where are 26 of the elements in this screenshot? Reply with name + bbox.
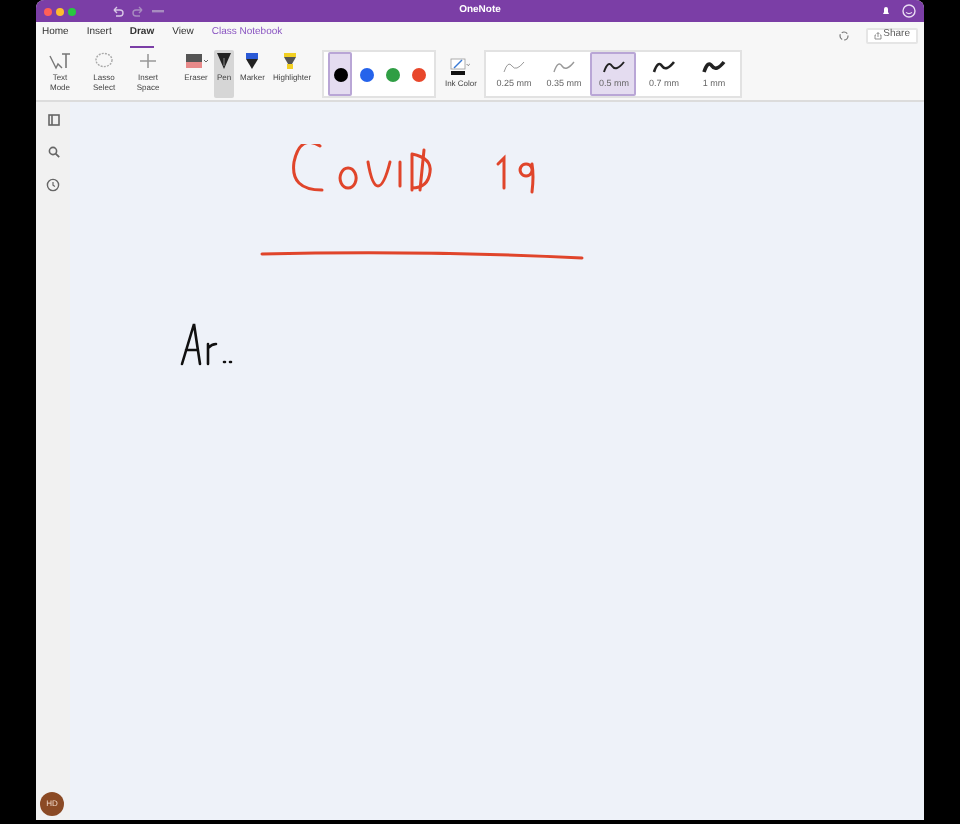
ink-color-icon [450,58,471,77]
insert-space-icon [138,52,158,70]
zoom-icon[interactable] [68,7,76,15]
close-icon[interactable] [44,7,52,15]
stroke-sample-icon [601,60,626,76]
eraser-icon [184,52,208,70]
pen-icon [216,52,232,70]
handwritten-note-drawing [180,322,234,366]
stroke-sample-icon [651,60,676,76]
undo-icon[interactable] [112,5,124,17]
smiley-icon[interactable] [902,4,916,18]
highlighter-icon [282,52,299,70]
cursor-text-icon [48,52,72,70]
stroke-sample-icon [501,60,526,76]
lasso-icon [94,52,114,70]
clock-icon[interactable] [46,178,60,192]
sync-icon[interactable] [837,29,850,41]
bell-icon[interactable] [882,6,890,16]
marker-icon [244,52,261,70]
search-icon[interactable] [47,146,59,158]
stroke-sample-icon [701,60,726,76]
notebook-icon[interactable] [47,114,59,126]
minimize-icon[interactable] [56,7,64,15]
redo-icon[interactable] [132,5,144,17]
stroke-sample-icon [551,60,576,76]
pen-color-swatch[interactable] [328,52,353,96]
